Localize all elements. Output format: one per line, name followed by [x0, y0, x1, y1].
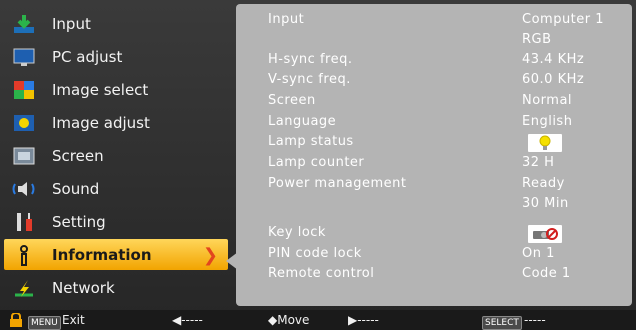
info-row-power: Power management Ready [236, 176, 632, 196]
info-value: 60.0 KHz [522, 72, 585, 87]
right-key-hint: ▶----- [348, 313, 379, 327]
select-badge: SELECT [482, 316, 522, 330]
info-row-screen: Screen Normal [236, 93, 632, 113]
info-label: Screen [268, 93, 316, 108]
network-icon [10, 275, 38, 301]
info-label: Key lock [268, 225, 326, 240]
info-label: Language [268, 114, 337, 129]
footer-help-bar: MENU Exit ◀----- ◆Move ▶----- SELECT ---… [0, 310, 636, 330]
sidebar-item-label: Image adjust [52, 113, 150, 132]
speaker-icon [10, 176, 38, 202]
sidebar-item-label: Network [52, 278, 115, 297]
left-key-hint: ◀----- [172, 313, 203, 327]
sidebar-item-pc-adjust[interactable]: PC adjust [4, 41, 228, 72]
sidebar-item-sound[interactable]: Sound [4, 173, 228, 204]
info-row-lamp-status: Lamp status [236, 134, 632, 154]
info-row-remote: Remote control Code 1 [236, 266, 632, 286]
information-icon [10, 242, 38, 268]
sidebar-item-image-select[interactable]: Image select [4, 74, 228, 105]
sidebar-item-label: Information [52, 245, 152, 264]
info-value: On 1 [522, 246, 555, 261]
sidebar-item-label: PC adjust [52, 47, 123, 66]
info-value: RGB [522, 32, 552, 47]
info-label: Power management [268, 176, 407, 191]
monitor-icon [10, 44, 38, 70]
sidebar-item-setting[interactable]: Setting [4, 206, 228, 237]
sidebar-item-input[interactable]: Input [4, 8, 228, 39]
info-row-lamp-counter: Lamp counter 32 H [236, 155, 632, 175]
info-label: Lamp counter [268, 155, 365, 170]
move-hint: ◆Move [268, 313, 310, 327]
menu-badge: MENU [28, 316, 61, 330]
sidebar-item-label: Screen [52, 146, 104, 165]
info-row-hsync: H-sync freq. 43.4 KHz [236, 52, 632, 72]
info-label: H-sync freq. [268, 52, 353, 67]
exit-label: Exit [62, 313, 85, 327]
sidebar-item-image-adjust[interactable]: Image adjust [4, 107, 228, 138]
info-value: Normal [522, 93, 573, 108]
info-row-language: Language English [236, 114, 632, 134]
info-value: Ready [522, 176, 565, 191]
sidebar-item-screen[interactable]: Screen [4, 140, 228, 171]
info-row-input: Input Computer 1 [236, 12, 632, 32]
lock-icon [8, 312, 24, 330]
info-row-pin-lock: PIN code lock On 1 [236, 246, 632, 266]
input-arrow-icon [10, 11, 38, 37]
info-row-vsync: V-sync freq. 60.0 KHz [236, 72, 632, 92]
sidebar-item-network[interactable]: Network [4, 272, 228, 303]
select-hint: ----- [524, 313, 546, 327]
information-panel: Input Computer 1 RGB H-sync freq. 43.4 K… [236, 4, 632, 306]
info-value: Computer 1 [522, 12, 605, 27]
setting-icon [10, 209, 38, 235]
info-value: 43.4 KHz [522, 52, 585, 67]
info-label: Input [268, 12, 305, 27]
sidebar-item-label: Setting [52, 212, 106, 231]
screen-icon [10, 143, 38, 169]
info-value: 30 Min [522, 196, 569, 211]
info-row-input-signal: RGB [236, 32, 632, 52]
sidebar: Input PC adjust Image select Image adjus… [4, 4, 230, 306]
info-value: English [522, 114, 573, 129]
info-row-power-time: 30 Min [236, 196, 632, 216]
sidebar-item-label: Sound [52, 179, 100, 198]
info-label: PIN code lock [268, 246, 362, 261]
lamp-bulb-icon [528, 134, 562, 152]
info-value: Code 1 [522, 266, 571, 281]
info-label: V-sync freq. [268, 72, 351, 87]
projector-lock-icon [528, 225, 562, 243]
image-select-icon [10, 77, 38, 103]
info-label: Lamp status [268, 134, 354, 149]
osd-menu: Input PC adjust Image select Image adjus… [0, 0, 636, 330]
info-label: Remote control [268, 266, 375, 281]
image-adjust-icon [10, 110, 38, 136]
sidebar-item-label: Image select [52, 80, 149, 99]
chevron-right-icon: ❯ [202, 245, 218, 266]
sidebar-item-information[interactable]: Information ❯ [4, 239, 228, 270]
sidebar-item-label: Input [52, 14, 91, 33]
info-value: 32 H [522, 155, 555, 170]
info-row-key-lock: Key lock [236, 225, 632, 245]
